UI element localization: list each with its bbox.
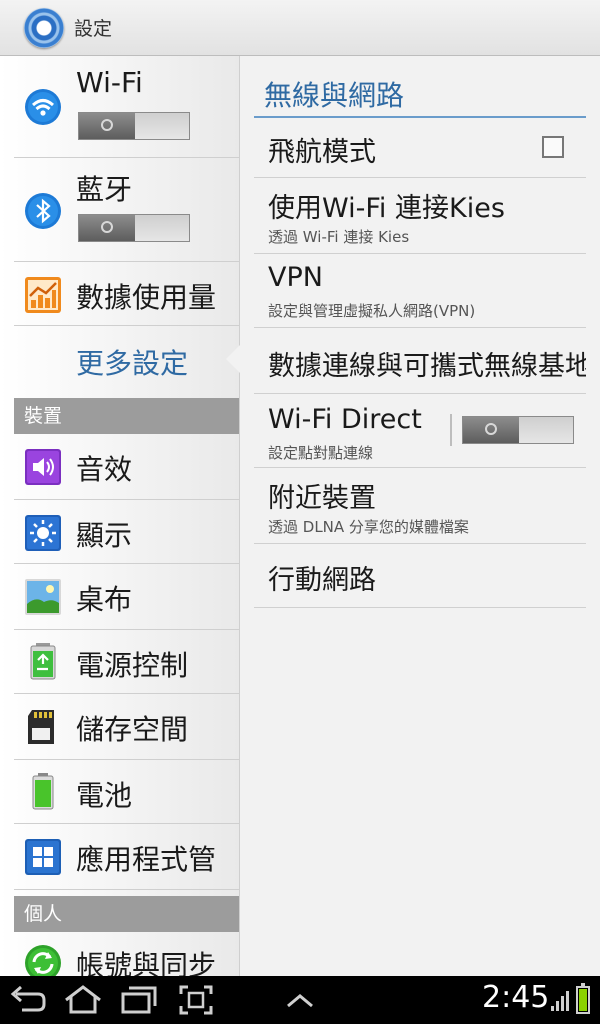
nav-item-accounts-sync[interactable]: 帳號與同步 — [14, 932, 239, 976]
wifi-direct-row[interactable]: Wi-Fi Direct 設定點對點連線 — [254, 394, 586, 468]
settings-category-list: Wi-Fi 藍牙 數據使用量 更多設定 裝置 音效 顯示 桌布 電源控制 儲存空… — [0, 56, 240, 976]
bluetooth-icon — [25, 193, 61, 229]
airplane-mode-row[interactable]: 飛航模式 — [254, 118, 586, 178]
row-subtitle: 設定與管理虛擬私人網路(VPN) — [268, 302, 476, 320]
sound-icon — [25, 449, 61, 485]
nav-item-label: 應用程式管 — [76, 843, 217, 876]
row-title: 附近裝置 — [268, 483, 376, 514]
system-bar: 2:45 — [0, 976, 600, 1024]
selection-pointer — [226, 343, 242, 375]
wifi-direct-toggle[interactable] — [462, 416, 574, 444]
row-subtitle: 透過 Wi-Fi 連接 Kies — [268, 228, 410, 246]
nav-item-more-settings[interactable]: 更多設定 — [14, 326, 239, 398]
screenshot-icon[interactable] — [176, 982, 216, 1018]
row-title: Wi-Fi Direct — [268, 404, 422, 435]
nav-item-display[interactable]: 顯示 — [14, 500, 239, 564]
row-subtitle: 設定點對點連線 — [268, 444, 374, 462]
airplane-mode-checkbox[interactable] — [542, 136, 564, 158]
toggle-divider — [450, 414, 452, 446]
nav-item-label: 電源控制 — [76, 649, 189, 682]
page-title: 設定 — [74, 18, 113, 40]
section-header-personal: 個人 — [14, 896, 239, 932]
kies-via-wifi-row[interactable]: 使用Wi-Fi 連接Kies 透過 Wi-Fi 連接 Kies — [254, 178, 586, 254]
row-subtitle: 透過 DLNA 分享您的媒體檔案 — [268, 518, 469, 536]
row-title: 飛航模式 — [268, 137, 376, 168]
nearby-devices-row[interactable]: 附近裝置 透過 DLNA 分享您的媒體檔案 — [254, 468, 586, 544]
action-bar: 設定 — [0, 0, 600, 56]
nav-item-battery[interactable]: 電池 — [14, 760, 239, 824]
sync-icon — [25, 945, 61, 976]
nav-item-storage[interactable]: 儲存空間 — [14, 694, 239, 760]
nav-item-label: 藍牙 — [76, 173, 133, 206]
nav-item-label: 帳號與同步 — [76, 949, 217, 976]
wallpaper-icon — [25, 579, 61, 615]
nav-item-label: 桌布 — [76, 583, 133, 616]
nav-item-wallpaper[interactable]: 桌布 — [14, 564, 239, 630]
wifi-icon — [25, 89, 61, 125]
status-clock: 2:45 — [482, 980, 550, 1015]
row-title: 行動網路 — [268, 565, 376, 596]
battery-full-icon — [576, 983, 590, 1014]
nav-item-label: 顯示 — [76, 519, 133, 552]
nav-item-data-usage[interactable]: 數據使用量 — [14, 262, 239, 326]
nav-item-sound[interactable]: 音效 — [14, 434, 239, 500]
nav-item-label: 儲存空間 — [76, 713, 189, 746]
storage-icon — [28, 710, 54, 744]
settings-gear-icon[interactable] — [24, 7, 64, 48]
bluetooth-toggle[interactable] — [78, 214, 190, 242]
section-header-device: 裝置 — [14, 398, 239, 434]
wireless-networks-pane: 無線與網路 飛航模式 使用Wi-Fi 連接Kies 透過 Wi-Fi 連接 Ki… — [240, 56, 600, 976]
recent-apps-icon[interactable] — [118, 982, 160, 1018]
nav-item-label: 音效 — [76, 453, 133, 486]
section-title: 無線與網路 — [264, 79, 405, 112]
nav-item-application-manager[interactable]: 應用程式管 — [14, 824, 239, 890]
display-icon — [25, 515, 61, 551]
signal-icon — [551, 991, 569, 1011]
nav-item-label: Wi-Fi — [76, 66, 143, 99]
power-saving-icon — [30, 643, 56, 680]
nav-item-label: 更多設定 — [76, 347, 189, 380]
nav-item-bluetooth[interactable]: 藍牙 — [14, 158, 239, 262]
tethering-hotspot-row[interactable]: 數據連線與可攜式無線基地台 — [254, 328, 586, 394]
apps-icon — [25, 839, 61, 875]
mobile-networks-row[interactable]: 行動網路 — [254, 544, 586, 608]
battery-icon — [32, 773, 54, 810]
back-icon[interactable] — [8, 982, 48, 1018]
nav-item-power-saving[interactable]: 電源控制 — [14, 630, 239, 694]
vpn-row[interactable]: VPN 設定與管理虛擬私人網路(VPN) — [254, 254, 586, 328]
nav-item-label: 數據使用量 — [76, 281, 217, 314]
row-title: VPN — [268, 262, 323, 293]
home-icon[interactable] — [62, 982, 104, 1018]
row-title: 數據連線與可攜式無線基地台 — [268, 351, 586, 382]
nav-item-label: 電池 — [76, 779, 133, 812]
wifi-toggle[interactable] — [78, 112, 190, 140]
data-usage-icon — [25, 277, 61, 313]
nav-item-wifi[interactable]: Wi-Fi — [14, 56, 239, 158]
row-title: 使用Wi-Fi 連接Kies — [268, 193, 505, 224]
up-arrow-icon[interactable] — [282, 982, 318, 1018]
